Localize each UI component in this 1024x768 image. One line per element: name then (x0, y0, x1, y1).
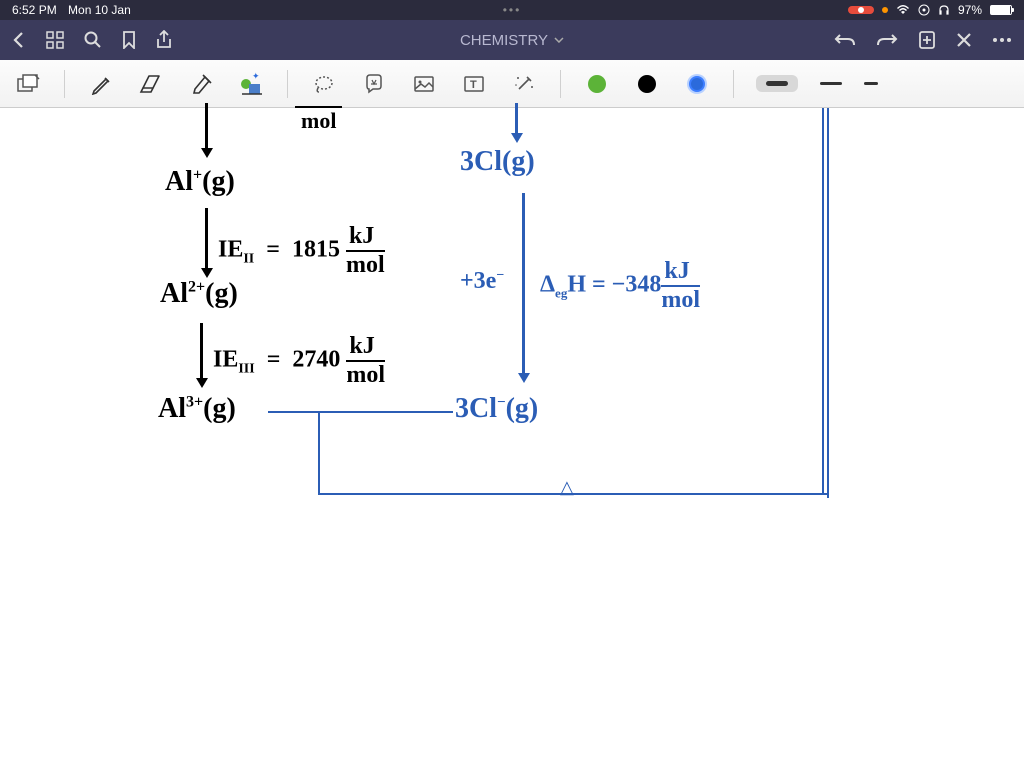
back-button[interactable] (12, 30, 26, 50)
page-edge (827, 108, 829, 498)
eraser-tool[interactable] (137, 70, 165, 98)
document-title[interactable]: CHEMISTRY (460, 32, 564, 49)
grid-button[interactable] (46, 31, 64, 49)
orange-dot-icon (882, 7, 888, 13)
svg-text:T: T (470, 79, 477, 91)
magic-tool[interactable] (510, 70, 538, 98)
image-tool[interactable] (410, 70, 438, 98)
battery-percent: 97% (958, 3, 982, 17)
deg-h: ΔegH = −348kJmol (540, 258, 700, 314)
delta-symbol: △ (560, 477, 574, 498)
date: Mon 10 Jan (68, 3, 131, 17)
note-canvas[interactable]: mol Al+(g) IEII = 1815 kJmol Al2+(g) IEI… (0, 108, 1024, 768)
pen-tool[interactable] (87, 70, 115, 98)
plus-3e: +3e− (460, 268, 504, 295)
stroke-thick[interactable] (756, 75, 798, 92)
al-3plus: Al3+(g) (158, 393, 236, 425)
headphones-icon (938, 4, 950, 16)
lasso-tool[interactable] (310, 70, 338, 98)
chevron-down-icon (554, 37, 564, 43)
text-tool[interactable]: T (460, 70, 488, 98)
highlighter-tool[interactable] (187, 70, 215, 98)
page-edge2 (822, 108, 824, 493)
search-button[interactable] (84, 31, 102, 49)
color-green[interactable] (583, 70, 611, 98)
mol-label: mol (295, 106, 342, 134)
add-page-button[interactable] (918, 30, 936, 50)
ie3: IEIII = 2740 kJmol (213, 333, 385, 389)
svg-text:✦: ✦ (252, 72, 260, 81)
target-icon (918, 4, 930, 16)
stroke-medium[interactable] (820, 82, 842, 85)
layers-tool[interactable] (14, 70, 42, 98)
sticker-tool[interactable] (360, 70, 388, 98)
redo-button[interactable] (876, 32, 898, 48)
bookmark-button[interactable] (122, 31, 136, 49)
stroke-thin[interactable] (864, 82, 878, 85)
status-right: 97% (848, 3, 1012, 17)
close-button[interactable] (956, 32, 972, 48)
al-plus: Al+(g) (165, 166, 235, 198)
h-connector (268, 411, 453, 413)
wifi-icon (896, 5, 910, 15)
time: 6:52 PM (12, 3, 57, 17)
v-connector (318, 411, 320, 493)
al-2plus: Al2+(g) (160, 278, 238, 310)
ie2: IEII = 1815 kJmol (218, 223, 385, 279)
status-dots: ••• (503, 3, 522, 17)
status-left: 6:52 PM Mon 10 Jan (12, 3, 131, 17)
color-black[interactable] (633, 70, 661, 98)
battery-icon (990, 5, 1012, 15)
shape-tool[interactable]: ✦ (237, 70, 265, 98)
undo-button[interactable] (834, 32, 856, 48)
three-cl-minus: 3Cl−(g) (455, 393, 538, 425)
share-button[interactable] (156, 30, 172, 50)
color-blue[interactable] (683, 70, 711, 98)
recording-indicator (848, 6, 874, 14)
three-cl: 3Cl(g) (460, 146, 535, 178)
more-button[interactable] (992, 37, 1012, 43)
